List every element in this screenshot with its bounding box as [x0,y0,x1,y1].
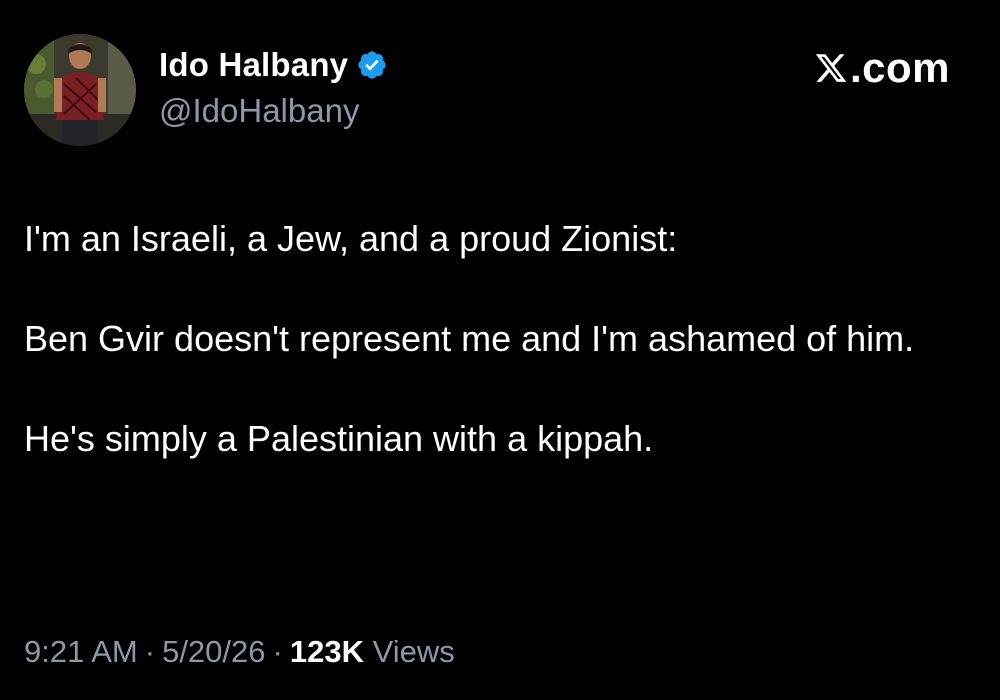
meta-separator: · [272,634,283,669]
author-handle[interactable]: @IdoHalbany [159,92,388,130]
tweet-time[interactable]: 9:21 AM [24,634,138,669]
avatar-image [24,34,136,146]
display-name[interactable]: Ido Halbany [159,46,348,84]
avatar[interactable] [24,34,136,146]
views-count[interactable]: 123K [290,634,364,669]
x-logo-icon [814,51,848,85]
tweet-date[interactable]: 5/20/26 [162,634,265,669]
x-com-brand: .com [814,44,950,92]
verified-badge-icon [356,49,388,81]
author-names: Ido Halbany @IdoHalbany [159,44,388,130]
tweet-text: I'm an Israeli, a Jew, and a proud Zioni… [24,214,974,464]
meta-separator: · [144,634,156,669]
tweet-paragraph: I'm an Israeli, a Jew, and a proud Zioni… [24,218,678,259]
brand-domain: .com [849,44,950,91]
display-name-row: Ido Halbany [159,44,388,86]
tweet-header: Ido Halbany @IdoHalbany .com [24,34,976,146]
tweet-card: Ido Halbany @IdoHalbany .com I'm an Isra… [0,0,1000,700]
tweet-meta: 9:21 AM · 5/20/26 · 123K Views [24,634,455,670]
tweet-paragraph: He's simply a Palestinian with a kippah. [24,418,654,459]
tweet-paragraph: Ben Gvir doesn't represent me and I'm as… [24,318,915,359]
views-label: Views [372,634,455,669]
